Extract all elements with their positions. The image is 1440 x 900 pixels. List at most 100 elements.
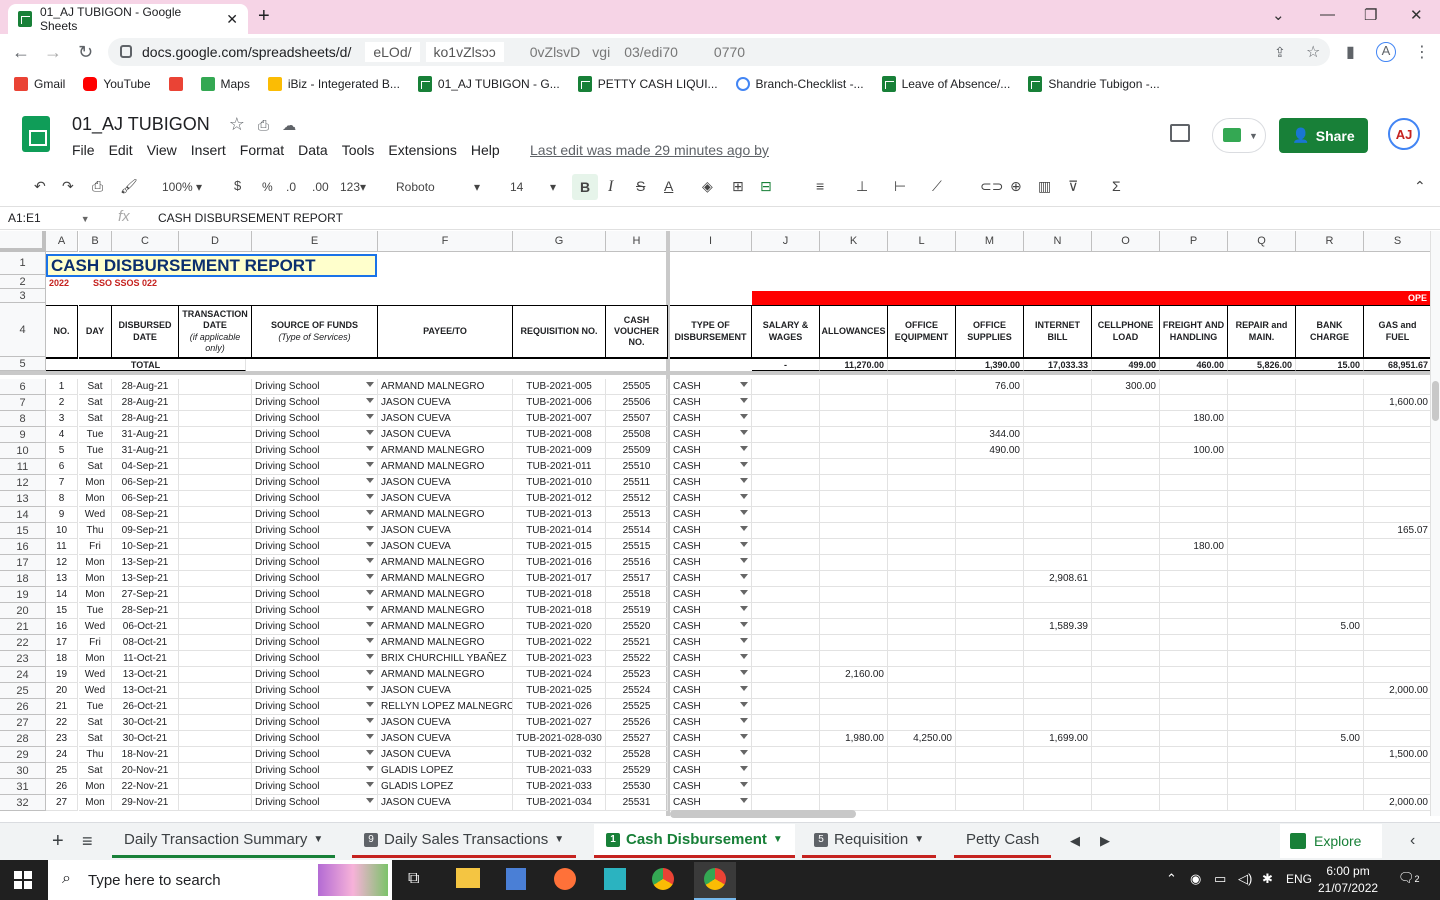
row-amount-l[interactable]	[888, 539, 956, 555]
row-payee[interactable]: BRIX CHURCHILL YBAÑEZ	[378, 651, 513, 667]
dropdown-arrow-icon[interactable]	[366, 702, 374, 707]
row-amount-m[interactable]: 76.00	[956, 379, 1024, 395]
row-amount-m[interactable]: 490.00	[956, 443, 1024, 459]
row-amount-j[interactable]	[752, 747, 820, 763]
row-amount-r[interactable]	[1296, 795, 1364, 811]
row-no[interactable]: 20	[46, 683, 78, 699]
row-amount-s[interactable]: 1,600.00	[1364, 395, 1430, 411]
row-amount-p[interactable]	[1160, 427, 1228, 443]
row-requisition-no[interactable]: TUB-2021-027	[513, 715, 606, 731]
back-icon[interactable]: ←	[12, 42, 30, 63]
row-amount-j[interactable]	[752, 443, 820, 459]
row-amount-n[interactable]	[1024, 395, 1092, 411]
row-transaction-date[interactable]	[179, 379, 252, 395]
row-amount-l[interactable]	[888, 555, 956, 571]
dropdown-arrow-icon[interactable]	[366, 478, 374, 483]
dropdown-arrow-icon[interactable]	[740, 558, 748, 563]
row-amount-r[interactable]: 5.00	[1296, 731, 1364, 747]
tab-petty-cash[interactable]: Petty Cash	[954, 824, 1052, 858]
row-amount-k[interactable]	[820, 571, 888, 587]
row-header[interactable]: 18	[0, 571, 46, 587]
row-amount-k[interactable]	[820, 459, 888, 475]
close-tab-icon[interactable]: ✕	[226, 11, 238, 28]
row-amount-l[interactable]	[888, 443, 956, 459]
row-header[interactable]: 22	[0, 635, 46, 651]
percent-format-button[interactable]: %	[262, 180, 273, 194]
row-amount-s[interactable]	[1364, 715, 1430, 731]
row-disbursed-date[interactable]: 09-Sep-21	[112, 523, 179, 539]
row2-year[interactable]: 2022	[46, 276, 86, 290]
profile-icon[interactable]: A	[1376, 42, 1396, 62]
row-amount-j[interactable]	[752, 763, 820, 779]
row-amount-s[interactable]	[1364, 763, 1430, 779]
row-amount-n[interactable]	[1024, 587, 1092, 603]
scrollbar-thumb[interactable]	[1432, 381, 1439, 421]
row-amount-r[interactable]: 5.00	[1296, 619, 1364, 635]
row-amount-n[interactable]	[1024, 539, 1092, 555]
dropdown-arrow-icon[interactable]	[740, 414, 748, 419]
row-header[interactable]: 13	[0, 491, 46, 507]
row-requisition-no[interactable]: TUB-2021-033	[513, 779, 606, 795]
row-amount-k[interactable]: 2,160.00	[820, 667, 888, 683]
row-amount-o[interactable]	[1092, 699, 1160, 715]
row-day[interactable]: Tue	[79, 699, 112, 715]
row-amount-q[interactable]	[1228, 459, 1296, 475]
row-amount-q[interactable]	[1228, 699, 1296, 715]
row-voucher-no[interactable]: 25520	[606, 619, 668, 635]
row-requisition-no[interactable]: TUB-2021-028-030	[513, 731, 606, 747]
row-amount-k[interactable]	[820, 395, 888, 411]
row-no[interactable]: 3	[46, 411, 78, 427]
tab-daily-sales-transactions[interactable]: 9 Daily Sales Transactions ▼	[352, 824, 577, 858]
reload-icon[interactable]: ↻	[78, 42, 93, 63]
row-disbursed-date[interactable]: 28-Sep-21	[112, 603, 179, 619]
row-source-of-funds[interactable]: Driving School	[252, 699, 378, 715]
chrome-icon[interactable]	[652, 868, 674, 890]
all-sheets-icon[interactable]: ≡	[70, 824, 105, 858]
row-payee[interactable]: GLADIS LOPEZ	[378, 779, 513, 795]
row-amount-s[interactable]	[1364, 779, 1430, 795]
row-requisition-no[interactable]: TUB-2021-009	[513, 443, 606, 459]
row-amount-p[interactable]	[1160, 795, 1228, 811]
row-amount-l[interactable]	[888, 379, 956, 395]
row-amount-p[interactable]	[1160, 779, 1228, 795]
row-amount-s[interactable]: 1,500.00	[1364, 747, 1430, 763]
row-amount-k[interactable]: 1,980.00	[820, 731, 888, 747]
dropdown-arrow-icon[interactable]	[740, 638, 748, 643]
row-disbursed-date[interactable]: 06-Oct-21	[112, 619, 179, 635]
row-no[interactable]: 21	[46, 699, 78, 715]
row-amount-s[interactable]	[1364, 651, 1430, 667]
row-requisition-no[interactable]: TUB-2021-007	[513, 411, 606, 427]
row-amount-l[interactable]	[888, 523, 956, 539]
row-amount-m[interactable]	[956, 491, 1024, 507]
row-amount-o[interactable]	[1092, 795, 1160, 811]
header-repair[interactable]: REPAIR and MAIN.	[1228, 305, 1296, 359]
row-payee[interactable]: ARMAND MALNEGRO	[378, 587, 513, 603]
dropdown-arrow-icon[interactable]	[740, 398, 748, 403]
row-payee[interactable]: ARMAND MALNEGRO	[378, 555, 513, 571]
bookmark-youtube[interactable]: YouTube	[83, 77, 151, 91]
row-no[interactable]: 4	[46, 427, 78, 443]
row-payee[interactable]: JASON CUEVA	[378, 395, 513, 411]
row-amount-o[interactable]	[1092, 683, 1160, 699]
row-day[interactable]: Fri	[79, 635, 112, 651]
row-amount-q[interactable]	[1228, 683, 1296, 699]
row-amount-l[interactable]	[888, 603, 956, 619]
row-voucher-no[interactable]: 25530	[606, 779, 668, 795]
row-header[interactable]: 28	[0, 731, 46, 747]
column-header-d[interactable]: D	[179, 231, 252, 252]
row-header[interactable]: 26	[0, 699, 46, 715]
total-p[interactable]: 460.00	[1160, 359, 1228, 371]
row-amount-o[interactable]	[1092, 443, 1160, 459]
sheets-logo-icon[interactable]	[22, 116, 50, 152]
row-header[interactable]: 6	[0, 379, 46, 395]
row-header[interactable]: 3	[0, 289, 46, 303]
row-transaction-date[interactable]	[179, 539, 252, 555]
row-amount-q[interactable]	[1228, 571, 1296, 587]
row-source-of-funds[interactable]: Driving School	[252, 731, 378, 747]
row-amount-r[interactable]	[1296, 667, 1364, 683]
row-amount-n[interactable]	[1024, 491, 1092, 507]
column-header-i[interactable]: I	[670, 231, 752, 252]
dropdown-arrow-icon[interactable]	[366, 542, 374, 547]
row-amount-k[interactable]	[820, 411, 888, 427]
dropdown-arrow-icon[interactable]	[366, 574, 374, 579]
